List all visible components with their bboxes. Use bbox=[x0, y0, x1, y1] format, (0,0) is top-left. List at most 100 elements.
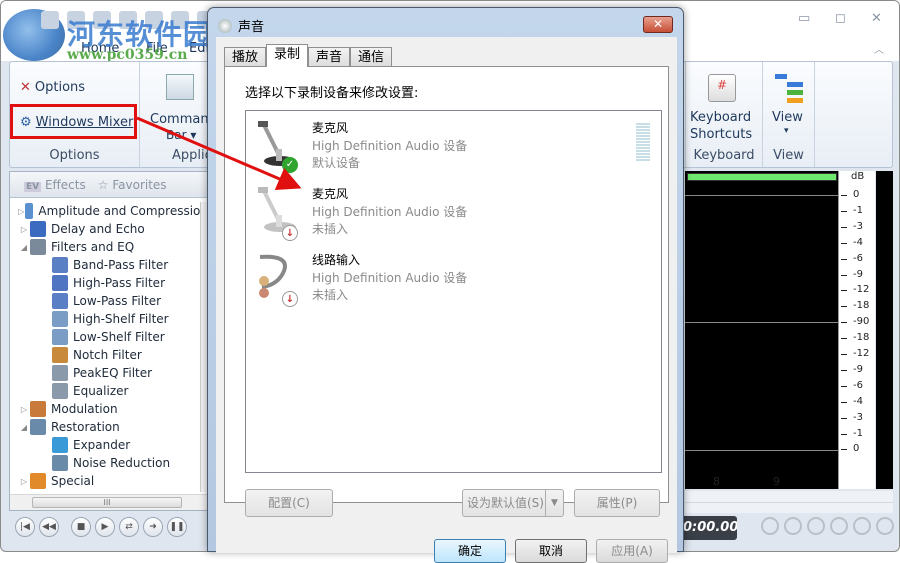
minimize-icon[interactable]: ▭ bbox=[798, 11, 810, 26]
tab-recording[interactable]: 录制 bbox=[266, 44, 309, 67]
collapse-icon[interactable]: ◢ bbox=[18, 243, 30, 252]
scroll-thumb[interactable]: III bbox=[32, 497, 182, 508]
properties-button[interactable]: 属性(P) bbox=[574, 489, 660, 517]
tree-item[interactable]: Notch Filter bbox=[10, 346, 208, 364]
tab-playback[interactable]: 播放 bbox=[224, 47, 267, 67]
highlight-box bbox=[10, 104, 137, 139]
db-tick-label: -18 bbox=[853, 300, 870, 312]
set-default-button[interactable]: 设为默认值(S) ▼ bbox=[462, 489, 564, 517]
tree-item[interactable]: Expander bbox=[10, 436, 208, 454]
effect-icon bbox=[30, 473, 46, 489]
keyboard-shortcuts-line2[interactable]: Shortcuts bbox=[690, 127, 752, 142]
chevron-down-icon: ▾ bbox=[784, 126, 789, 136]
effect-icon bbox=[30, 419, 46, 435]
apply-button[interactable]: 应用(A) bbox=[596, 539, 668, 563]
ok-button[interactable]: 确定 bbox=[434, 539, 506, 563]
tree-item[interactable]: High-Shelf Filter bbox=[10, 310, 208, 328]
db-tick bbox=[841, 385, 847, 387]
zoom-in-vertical-icon[interactable] bbox=[853, 517, 871, 535]
zoom-in-icon[interactable] bbox=[761, 517, 779, 535]
tree-item-label: Low-Shelf Filter bbox=[73, 330, 165, 344]
device-item[interactable]: ↓ 线路输入 High Definition Audio 设备 未插入 bbox=[246, 247, 646, 311]
forward-button[interactable]: ➜ bbox=[143, 517, 163, 537]
tree-item[interactable]: Noise Reduction bbox=[10, 454, 208, 472]
cancel-button[interactable]: 取消 bbox=[515, 539, 587, 563]
device-item[interactable]: ↓ 麦克风 High Definition Audio 设备 未插入 bbox=[246, 181, 646, 245]
effect-icon bbox=[30, 401, 46, 417]
tab-favorites[interactable]: ☆ Favorites bbox=[98, 178, 167, 192]
tree-item-label: Delay and Echo bbox=[51, 222, 145, 236]
ribbon-group-view: View ▾ View bbox=[763, 62, 815, 167]
tree-item-label: Restoration bbox=[51, 420, 120, 434]
go-to-start-button[interactable]: |◀ bbox=[15, 517, 35, 537]
restore-icon[interactable]: ◻ bbox=[835, 11, 846, 26]
db-tick bbox=[841, 226, 847, 228]
loop-button[interactable]: ⇄ bbox=[119, 517, 139, 537]
sound-dialog: 声音 ✕ 播放 录制 声音 通信 选择以下录制设备来修改设置: ✓ 麦克风 Hi… bbox=[207, 7, 684, 563]
rewind-button[interactable]: ◀◀ bbox=[39, 517, 59, 537]
expand-icon[interactable]: ▷ bbox=[18, 225, 30, 234]
db-tick bbox=[841, 242, 847, 244]
zoom-out-vertical-icon[interactable] bbox=[876, 517, 894, 535]
horizontal-scrollbar[interactable]: III bbox=[10, 494, 208, 510]
chevron-down-icon[interactable]: ▼ bbox=[545, 490, 563, 516]
db-tick-label: -6 bbox=[853, 252, 863, 264]
expand-icon[interactable]: ▷ bbox=[18, 405, 30, 414]
star-icon: ☆ bbox=[97, 177, 109, 192]
dialog-title: 声音 bbox=[238, 20, 265, 35]
tree-item[interactable]: Low-Pass Filter bbox=[10, 292, 208, 310]
dialog-close-button[interactable]: ✕ bbox=[643, 16, 673, 33]
keyboard-shortcuts-button[interactable]: Keyboard bbox=[690, 110, 751, 125]
db-tick bbox=[841, 401, 847, 403]
unplugged-icon: ↓ bbox=[282, 225, 298, 241]
view-dropdown[interactable]: ▾ bbox=[784, 126, 789, 136]
db-tick bbox=[841, 354, 847, 355]
tab-communications[interactable]: 通信 bbox=[350, 47, 393, 67]
zoom-full-icon[interactable] bbox=[830, 517, 848, 535]
tree-item-label: Band-Pass Filter bbox=[73, 258, 169, 272]
tree-item[interactable]: ▷ Special bbox=[10, 472, 208, 490]
ruler-label: 9 bbox=[773, 475, 780, 488]
view-label: View bbox=[772, 110, 803, 125]
tree-item[interactable]: Low-Shelf Filter bbox=[10, 328, 208, 346]
zoom-out-icon[interactable] bbox=[784, 517, 802, 535]
track-scroll-2 bbox=[685, 503, 893, 513]
zoom-selection-icon[interactable] bbox=[807, 517, 825, 535]
group-label-application: Applic bbox=[172, 148, 212, 163]
tree-item[interactable]: PeakEQ Filter bbox=[10, 364, 208, 382]
db-tick-label: -90 bbox=[853, 316, 870, 328]
db-tick bbox=[841, 290, 847, 292]
collapse-ribbon-icon[interactable]: ︿ bbox=[874, 41, 884, 56]
qat-tool-icon[interactable] bbox=[41, 11, 59, 29]
time-ruler: 8 9 bbox=[685, 475, 839, 489]
collapse-icon[interactable]: ◢ bbox=[18, 423, 30, 432]
view-button[interactable]: View bbox=[772, 110, 803, 125]
command-bar-dropdown[interactable]: Bar ▾ bbox=[166, 128, 196, 142]
tree-item[interactable]: ◢ Restoration bbox=[10, 418, 208, 436]
expand-icon[interactable]: ▷ bbox=[18, 207, 25, 216]
effects-tree: ▷ Amplitude and Compression ▷ Delay and Ech… bbox=[10, 198, 208, 490]
ribbon-group-application: Command Bar ▾ Applic bbox=[140, 62, 217, 167]
options-button[interactable]: ✕ Options bbox=[20, 80, 85, 95]
tree-item[interactable]: Band-Pass Filter bbox=[10, 256, 208, 274]
tree-item[interactable]: ▷ Modulation bbox=[10, 400, 208, 418]
tree-item[interactable]: High-Pass Filter bbox=[10, 274, 208, 292]
device-item[interactable]: ✓ 麦克风 High Definition Audio 设备 默认设备 bbox=[246, 115, 650, 179]
pause-button[interactable]: ❚❚ bbox=[167, 517, 187, 537]
group-label-options: Options bbox=[49, 148, 100, 163]
db-tick-label: 0 bbox=[853, 443, 860, 455]
tab-effects[interactable]: EV Effects bbox=[24, 178, 86, 192]
tree-item[interactable]: Equalizer bbox=[10, 382, 208, 400]
db-tick-label: -1 bbox=[853, 204, 863, 216]
tree-item[interactable]: ▷ Amplitude and Compression bbox=[10, 202, 208, 220]
db-scale: dB 0 -1 -3 -4 -6 -9 -12 -18 -90 -18 -12 -9 -6 -4 -3 -1 0 bbox=[839, 171, 875, 489]
stop-button[interactable]: ■ bbox=[71, 517, 91, 537]
close-icon[interactable]: ✕ bbox=[871, 11, 882, 26]
expand-icon[interactable]: ▷ bbox=[18, 477, 30, 486]
tree-item[interactable]: ◢ Filters and EQ bbox=[10, 238, 208, 256]
keyboard-line1: Keyboard bbox=[690, 110, 752, 125]
configure-button[interactable]: 配置(C) bbox=[245, 489, 333, 517]
tab-sounds[interactable]: 声音 bbox=[308, 47, 351, 67]
play-button[interactable]: ▶ bbox=[95, 517, 115, 537]
tree-item[interactable]: ▷ Delay and Echo bbox=[10, 220, 208, 238]
